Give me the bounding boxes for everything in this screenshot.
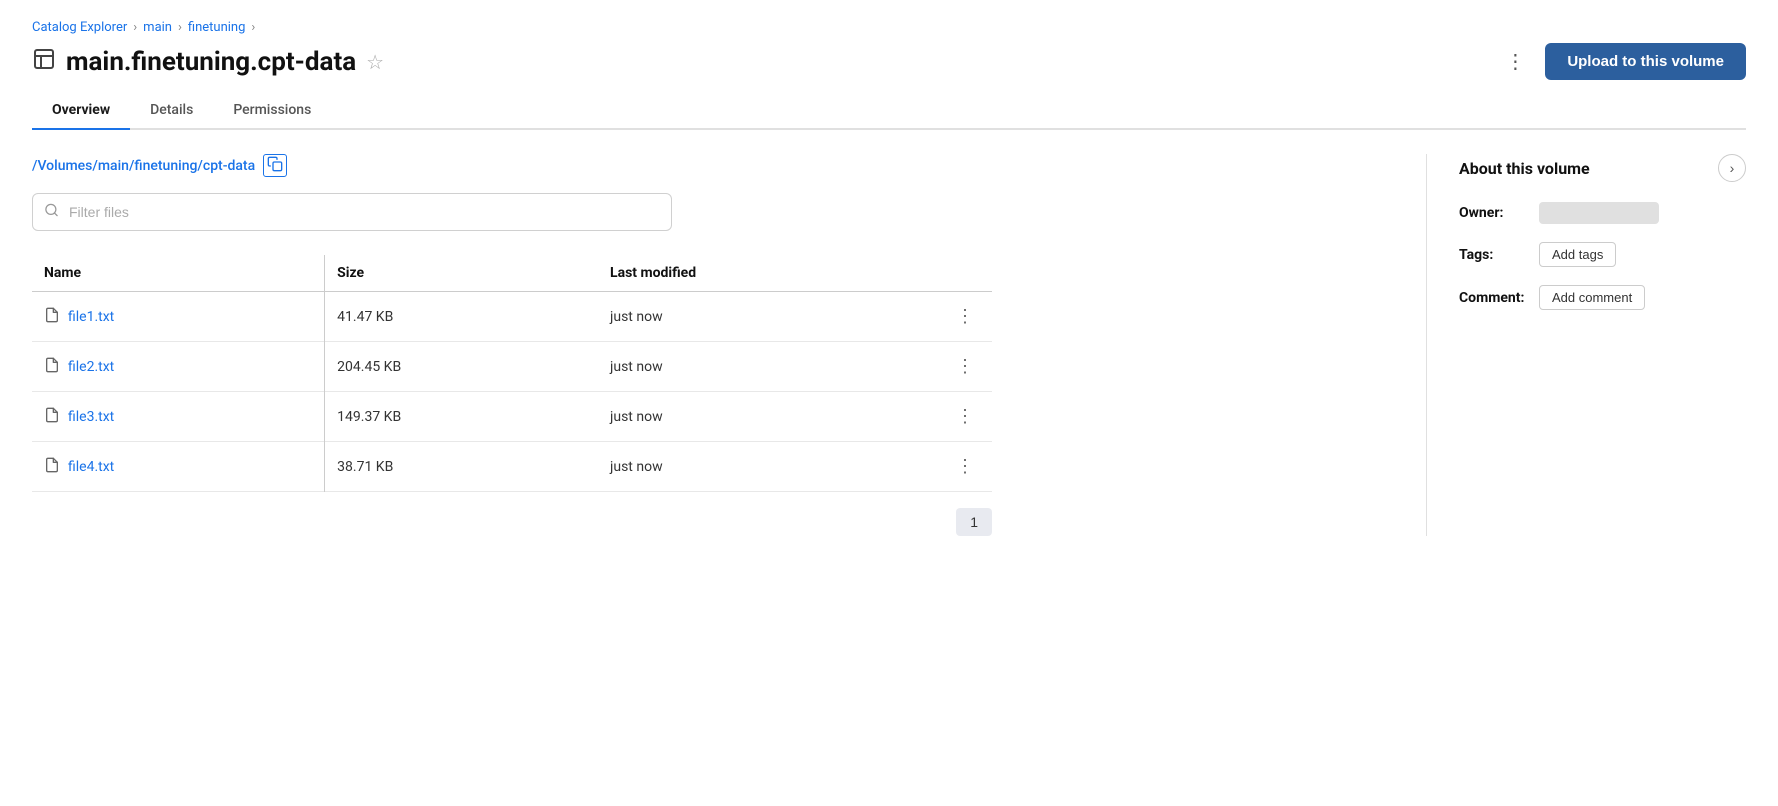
owner-row: Owner:	[1459, 202, 1746, 224]
file-name[interactable]: file2.txt	[68, 359, 114, 375]
table-row: file3.txt 149.37 KB just now ⋮	[32, 392, 992, 442]
file-icon	[44, 306, 60, 328]
title-row: main.finetuning.cpt-data ☆ ⋮ Upload to t…	[32, 43, 1746, 80]
pagination: 1	[32, 508, 992, 536]
row-more-button[interactable]: ⋮	[950, 454, 980, 479]
about-title: About this volume	[1459, 159, 1590, 178]
file-modified: just now	[598, 392, 938, 442]
file-icon	[44, 356, 60, 378]
tab-overview[interactable]: Overview	[32, 92, 130, 130]
file-name[interactable]: file4.txt	[68, 459, 114, 475]
file-size: 38.71 KB	[325, 442, 598, 492]
row-more-button[interactable]: ⋮	[950, 304, 980, 329]
comment-row: Comment: Add comment	[1459, 285, 1746, 310]
right-panel: About this volume › Owner: Tags: Add tag…	[1426, 154, 1746, 536]
tab-details[interactable]: Details	[130, 92, 213, 130]
file-name[interactable]: file1.txt	[68, 309, 114, 325]
file-name[interactable]: file3.txt	[68, 409, 114, 425]
search-icon	[44, 203, 59, 222]
page-1-button[interactable]: 1	[956, 508, 992, 536]
volume-path[interactable]: /Volumes/main/finetuning/cpt-data	[32, 158, 255, 174]
filter-input-wrap	[32, 193, 672, 231]
path-row: /Volumes/main/finetuning/cpt-data	[32, 154, 1394, 177]
main-content: /Volumes/main/finetuning/cpt-data	[32, 154, 1746, 536]
row-more-button[interactable]: ⋮	[950, 404, 980, 429]
about-header: About this volume ›	[1459, 154, 1746, 182]
breadcrumb-catalog-explorer[interactable]: Catalog Explorer	[32, 20, 127, 35]
add-tags-button[interactable]: Add tags	[1539, 242, 1616, 267]
page-title: main.finetuning.cpt-data	[66, 47, 356, 77]
file-icon	[44, 406, 60, 428]
filter-input[interactable]	[32, 193, 672, 231]
owner-label: Owner:	[1459, 205, 1529, 221]
breadcrumb: Catalog Explorer › main › finetuning ›	[32, 20, 1746, 35]
breadcrumb-main[interactable]: main	[143, 20, 172, 35]
row-more-button[interactable]: ⋮	[950, 354, 980, 379]
more-options-button[interactable]: ⋮	[1497, 45, 1533, 78]
add-comment-button[interactable]: Add comment	[1539, 285, 1645, 310]
owner-value	[1539, 202, 1659, 224]
tabs: Overview Details Permissions	[32, 92, 1746, 130]
file-modified: just now	[598, 342, 938, 392]
col-modified: Last modified	[598, 255, 938, 292]
file-modified: just now	[598, 442, 938, 492]
comment-label: Comment:	[1459, 290, 1529, 306]
file-icon	[44, 456, 60, 478]
copy-path-icon[interactable]	[263, 154, 287, 177]
file-size: 149.37 KB	[325, 392, 598, 442]
file-table: Name Size Last modified	[32, 255, 992, 492]
file-size: 41.47 KB	[325, 292, 598, 342]
expand-button[interactable]: ›	[1718, 154, 1746, 182]
table-row: file4.txt 38.71 KB just now ⋮	[32, 442, 992, 492]
star-icon[interactable]: ☆	[366, 50, 384, 74]
col-size: Size	[325, 255, 598, 292]
tags-label: Tags:	[1459, 247, 1529, 263]
upload-button[interactable]: Upload to this volume	[1545, 43, 1746, 80]
col-name: Name	[32, 255, 325, 292]
file-modified: just now	[598, 292, 938, 342]
table-row: file2.txt 204.45 KB just now ⋮	[32, 342, 992, 392]
volume-icon	[32, 47, 56, 77]
left-panel: /Volumes/main/finetuning/cpt-data	[32, 154, 1426, 536]
file-size: 204.45 KB	[325, 342, 598, 392]
breadcrumb-finetuning[interactable]: finetuning	[188, 20, 246, 35]
tab-permissions[interactable]: Permissions	[213, 92, 331, 130]
table-row: file1.txt 41.47 KB just now ⋮	[32, 292, 992, 342]
tags-row: Tags: Add tags	[1459, 242, 1746, 267]
